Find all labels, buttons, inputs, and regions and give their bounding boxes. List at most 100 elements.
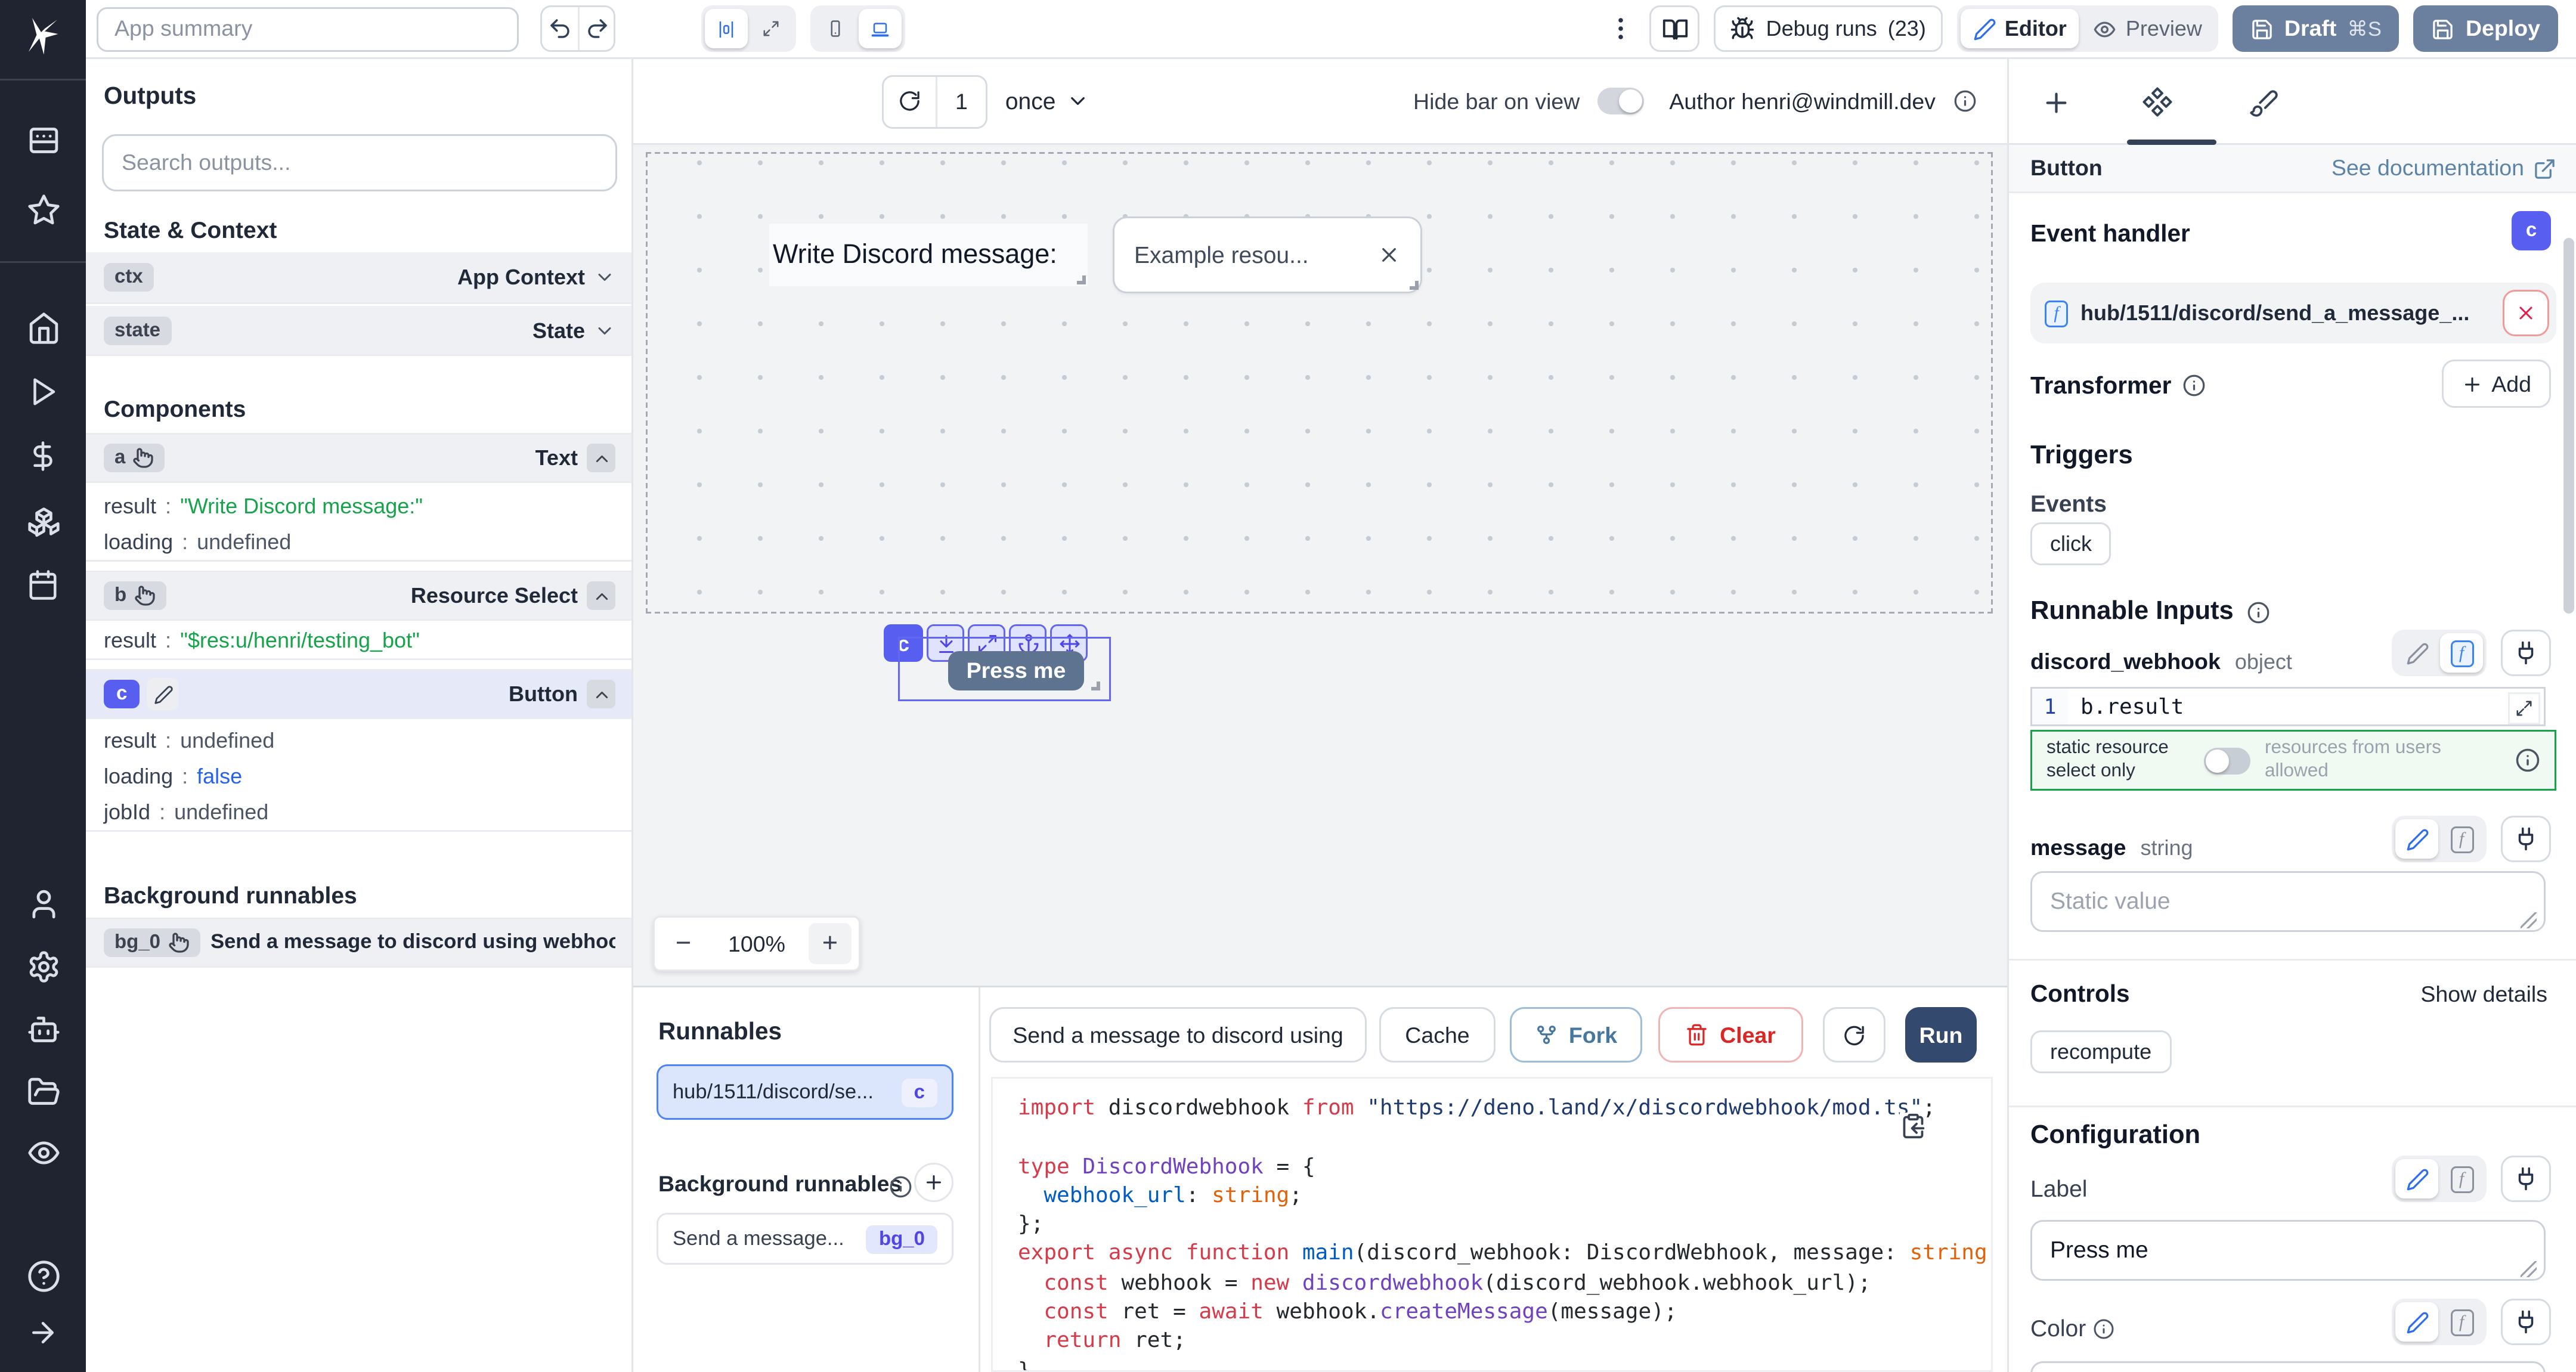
rail-item-runs[interactable]: [0, 367, 86, 417]
remove-handler-button[interactable]: [2503, 290, 2549, 336]
resource-select-component[interactable]: Example resou...: [1113, 216, 1422, 293]
draft-button[interactable]: Draft ⌘S: [2233, 5, 2399, 52]
eval-mode-button[interactable]: f: [2440, 1302, 2483, 1342]
c-loading-row[interactable]: loading:false: [86, 758, 633, 794]
tab-styling[interactable]: [2241, 80, 2284, 123]
run-button[interactable]: Run: [1905, 1007, 1977, 1063]
static-mode-button[interactable]: [2395, 1159, 2438, 1198]
zoom-in-button[interactable]: +: [809, 923, 852, 964]
rail-item-folders[interactable]: [0, 1066, 86, 1116]
static-mode-button[interactable]: [2395, 819, 2438, 859]
docs-button[interactable]: [1650, 5, 1700, 52]
refresh-count-button[interactable]: 1: [882, 75, 987, 128]
output-row-state[interactable]: state State: [86, 306, 633, 356]
clear-button[interactable]: Clear: [1658, 1007, 1803, 1063]
press-me-button[interactable]: Press me: [948, 651, 1084, 690]
message-static-value-input[interactable]: [2030, 871, 2546, 932]
resize-handle[interactable]: [1410, 281, 1419, 290]
resize-handle[interactable]: [1091, 682, 1100, 690]
tab-insert-component[interactable]: [2034, 80, 2077, 123]
desktop-view-toggle[interactable]: [859, 9, 902, 48]
restart-button[interactable]: [1823, 1007, 1885, 1063]
rail-item-help[interactable]: [0, 1250, 86, 1300]
runnable-item-selected[interactable]: hub/1511/discord/se... c: [657, 1064, 953, 1120]
rail-item-expand[interactable]: [0, 1308, 86, 1358]
show-details-link[interactable]: Show details: [2420, 982, 2547, 1007]
undo-button[interactable]: [542, 7, 578, 50]
code-editor[interactable]: import discordwebhook from "https://deno…: [991, 1077, 1993, 1372]
tab-component-settings[interactable]: [2136, 80, 2179, 123]
connect-input-button[interactable]: [2501, 816, 2551, 862]
chevron-down-icon[interactable]: [594, 320, 615, 341]
collapse-a-button[interactable]: [587, 444, 615, 472]
chevron-down-icon[interactable]: [594, 267, 615, 288]
rail-item-home[interactable]: [0, 302, 86, 352]
output-row-ctx[interactable]: ctx App Context: [86, 252, 633, 304]
schedule-mode-dropdown[interactable]: once: [1005, 88, 1090, 114]
expand-editor-button[interactable]: [2508, 692, 2540, 724]
collapse-c-button[interactable]: [587, 680, 615, 708]
c-result-row[interactable]: result:undefined: [86, 723, 633, 758]
copy-code-button[interactable]: [1900, 1113, 1927, 1139]
canvas-grid[interactable]: Write Discord message: Example resou... …: [646, 152, 1993, 614]
component-row-a[interactable]: a Text: [86, 433, 633, 483]
rail-item-schedules[interactable]: [0, 560, 86, 610]
rail-item-workers[interactable]: [0, 1004, 86, 1054]
hide-bar-toggle[interactable]: [1597, 88, 1644, 114]
event-click-chip[interactable]: click: [2030, 522, 2111, 565]
eval-mode-button[interactable]: f: [2440, 1159, 2483, 1198]
fork-button[interactable]: Fork: [1510, 1007, 1642, 1063]
selected-component-outline[interactable]: Press me: [898, 637, 1111, 701]
rail-item-audit[interactable]: [0, 1127, 86, 1177]
static-mode-button[interactable]: [2395, 633, 2438, 673]
rail-item-settings[interactable]: [0, 941, 86, 991]
zoom-out-button[interactable]: −: [662, 923, 705, 964]
rail-item-variables[interactable]: [0, 431, 86, 481]
eval-mode-button[interactable]: f: [2440, 633, 2483, 673]
rail-item-users[interactable]: [0, 878, 86, 928]
search-outputs-input[interactable]: [102, 134, 617, 191]
add-background-runnable-button[interactable]: [914, 1163, 953, 1202]
rail-item-apps[interactable]: [0, 114, 86, 165]
debug-runs-button[interactable]: Debug runs (23): [1714, 5, 1942, 52]
background-runnable-row[interactable]: bg_0 Send a message to discord using web…: [86, 918, 633, 968]
resize-handle[interactable]: [1077, 275, 1086, 284]
see-documentation-link[interactable]: See documentation: [2332, 156, 2556, 181]
more-menu-button[interactable]: [1607, 14, 1636, 43]
component-row-c[interactable]: c Button: [86, 669, 633, 719]
static-mode-button[interactable]: [2395, 1302, 2438, 1342]
redo-button[interactable]: [578, 7, 614, 50]
centered-layout-toggle[interactable]: [705, 9, 748, 48]
rail-item-favorites[interactable]: [0, 184, 86, 234]
event-handler-script[interactable]: f hub/1511/discord/send_a_message_...: [2030, 283, 2556, 343]
tab-preview[interactable]: Preview: [2081, 9, 2215, 48]
color-value-input-partial[interactable]: [2030, 1361, 2546, 1372]
runnable-name-input[interactable]: Send a message to discord using: [989, 1007, 1367, 1063]
connect-input-button[interactable]: [2501, 1156, 2551, 1202]
c-jobid-row[interactable]: jobId:undefined: [86, 794, 633, 832]
a-result-row[interactable]: result:"Write Discord message:": [86, 487, 633, 524]
recompute-chip[interactable]: recompute: [2030, 1030, 2171, 1073]
b-result-row[interactable]: result:"$res:u/henri/testing_bot": [86, 622, 633, 660]
app-summary-input[interactable]: [97, 7, 519, 51]
component-row-b[interactable]: b Resource Select: [86, 571, 633, 621]
a-loading-row[interactable]: loading:undefined: [86, 524, 633, 562]
label-value-input[interactable]: Press me: [2030, 1220, 2546, 1281]
eval-mode-button[interactable]: f: [2440, 819, 2483, 859]
deploy-button[interactable]: Deploy: [2414, 5, 2558, 52]
static-resource-toggle[interactable]: [2204, 747, 2250, 774]
fullscreen-toggle[interactable]: [750, 9, 792, 48]
collapse-b-button[interactable]: [587, 581, 615, 610]
text-component[interactable]: Write Discord message:: [769, 224, 1088, 286]
edit-id-button[interactable]: [147, 678, 179, 710]
add-transformer-button[interactable]: Add: [2441, 360, 2551, 408]
rail-item-resources[interactable]: [0, 495, 86, 546]
panel-scrollbar-thumb[interactable]: [2563, 238, 2574, 614]
windmill-logo[interactable]: [0, 11, 86, 61]
webhook-expression-editor[interactable]: 1 b.result: [2030, 687, 2546, 726]
cache-button[interactable]: Cache: [1379, 1007, 1496, 1063]
connect-input-button[interactable]: [2501, 630, 2551, 676]
bg-runnable-item[interactable]: Send a message... bg_0: [657, 1213, 953, 1265]
connect-input-button[interactable]: [2501, 1299, 2551, 1345]
tab-editor[interactable]: Editor: [1960, 9, 2079, 48]
